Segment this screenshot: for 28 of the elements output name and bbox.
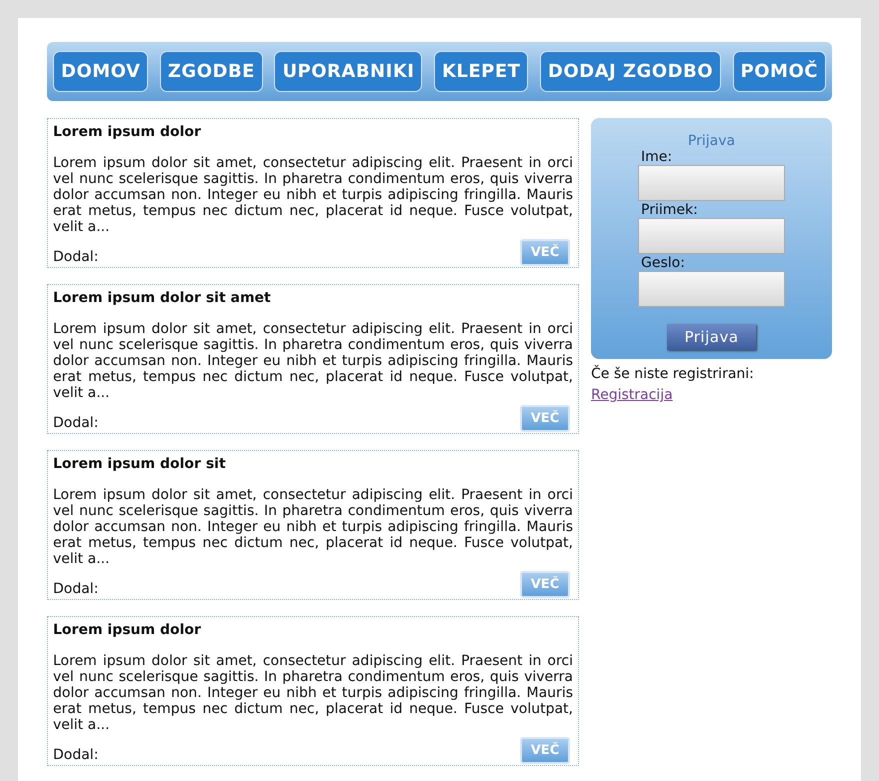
input-field[interactable]	[638, 165, 785, 201]
author-label: Dodal:	[53, 414, 98, 432]
field-label: Geslo:	[640, 255, 686, 271]
post-title: Lorem ipsum dolor	[53, 123, 202, 141]
nav-button[interactable]: KLEPET	[434, 51, 528, 92]
field-label: Ime:	[640, 149, 674, 165]
input-field[interactable]	[638, 218, 785, 254]
author-label: Dodal:	[53, 746, 98, 764]
nav-button[interactable]: DODAJ ZGODBO	[540, 51, 722, 92]
post-excerpt: Lorem ipsum dolor sit amet, consectetur adipiscing elit. Praesent in orci vel nunc scelerisque sagittis. In pharetra condimentum eros, quis viverra dolor accumsan non. Integer eu nibh et turpis adipiscing fringilla. Mauris erat metus, tempus nec dictum nec, placerat id neque. Fusce volutpat, velit a...	[53, 653, 573, 733]
register-link[interactable]: Registracija	[591, 387, 673, 403]
post-excerpt: Lorem ipsum dolor sit amet, consectetur adipiscing elit. Praesent in orci vel nunc scelerisque sagittis. In pharetra condimentum eros, quis viverra dolor accumsan non. Integer eu nibh et turpis adipiscing fringilla. Mauris erat metus, tempus nec dictum nec, placerat id neque. Fusce volutpat, velit a...	[53, 155, 573, 235]
register-prompt: Če še niste registrirani:	[591, 366, 755, 382]
nav-button[interactable]: DOMOV	[53, 51, 148, 92]
post-title: Lorem ipsum dolor sit	[53, 455, 227, 473]
post-title: Lorem ipsum dolor sit amet	[53, 289, 272, 307]
nav-button[interactable]: ZGODBE	[160, 51, 263, 92]
author-label: Dodal:	[53, 580, 98, 598]
author-label: Dodal:	[53, 248, 98, 266]
login-button[interactable]: Prijava	[667, 324, 756, 350]
post-excerpt: Lorem ipsum dolor sit amet, consectetur adipiscing elit. Praesent in orci vel nunc scelerisque sagittis. In pharetra condimentum eros, quis viverra dolor accumsan non. Integer eu nibh et turpis adipiscing fringilla. Mauris erat metus, tempus nec dictum nec, placerat id neque. Fusce volutpat, velit a...	[53, 321, 573, 401]
nav-button[interactable]: UPORABNIKI	[274, 51, 422, 92]
login-title: Prijava	[688, 133, 736, 149]
field-label: Priimek:	[640, 202, 699, 218]
post-title: Lorem ipsum dolor	[53, 621, 202, 639]
input-field[interactable]	[638, 271, 785, 307]
nav-button[interactable]: POMOČ	[732, 51, 826, 92]
post-excerpt: Lorem ipsum dolor sit amet, consectetur adipiscing elit. Praesent in orci vel nunc scelerisque sagittis. In pharetra condimentum eros, quis viverra dolor accumsan non. Integer eu nibh et turpis adipiscing fringilla. Mauris erat metus, tempus nec dictum nec, placerat id neque. Fusce volutpat, velit a...	[53, 487, 573, 567]
